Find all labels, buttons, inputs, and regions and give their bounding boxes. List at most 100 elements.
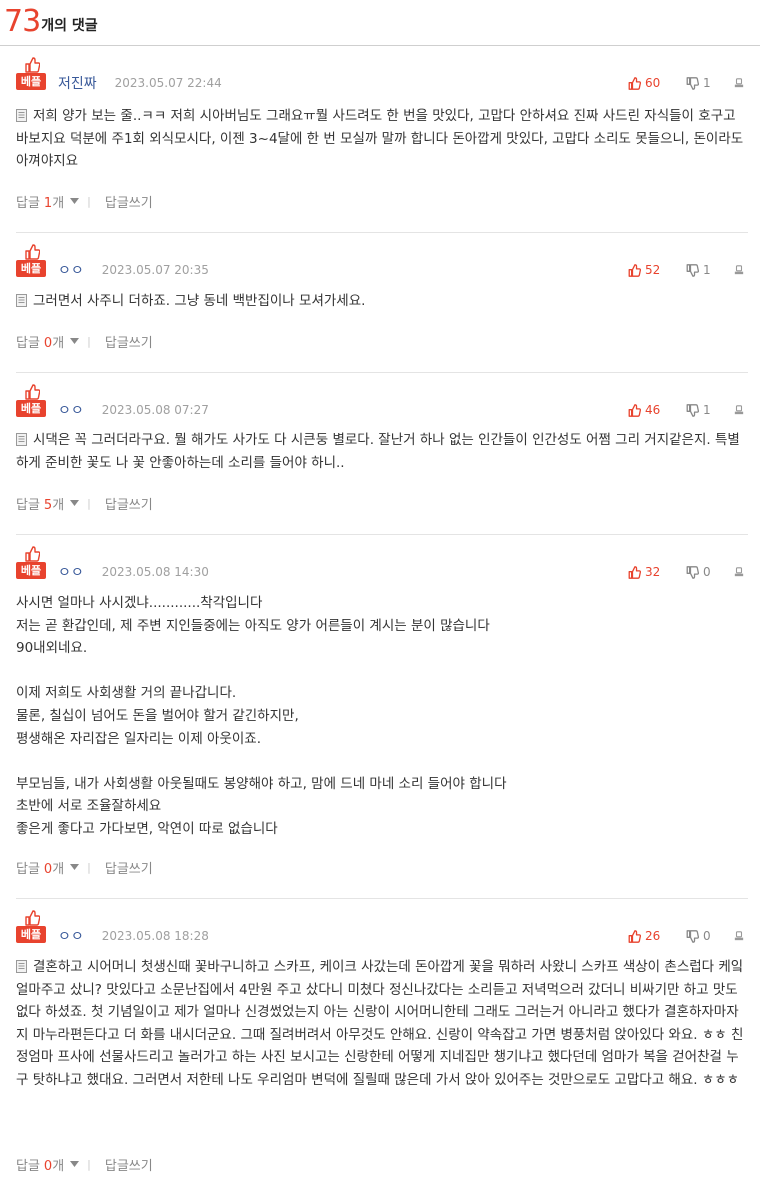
divider: | [87,194,91,208]
thumbs-down-icon [686,565,699,579]
reply-unit: 개 [52,195,65,211]
downvote-button[interactable]: 1 [686,76,734,90]
thumbs-up-icon [25,244,40,260]
comment-text: 결혼하고 시어머니 첫생신때 꽃바구니하고 스카프, 케이크 사갔는데 돈아깝게… [16,959,748,1088]
upvote-count: 32 [645,565,661,579]
reply-count: 1 [43,195,53,211]
comment-count-label: 개의 댓글 [41,18,98,34]
reply-count: 0 [43,861,53,877]
report-button[interactable] [734,930,748,942]
reply-label: 답글 [16,497,40,513]
comment-meta: ㅇㅇ 2023.05.08 18:28 [58,927,209,945]
report-icon [734,78,744,88]
reply-unit: 개 [52,1158,65,1174]
chevron-down-icon[interactable] [70,1161,80,1167]
comment-author[interactable]: ㅇㅇ [58,926,84,946]
comment-text: 그러면서 사주니 더하죠. 그냥 동네 백반집이나 모셔가세요. [33,293,366,309]
vote-group: 52 1 [628,261,748,279]
document-icon [16,960,27,973]
comment-date: 2023.05.08 07:27 [101,403,209,417]
downvote-count: 0 [703,929,711,943]
comment-body: 저희 양가 보는 줄..ㅋㅋ 저희 시아버님도 그래요ㅠ뭘 사드려도 한 번을 … [16,105,748,173]
report-icon [734,931,744,941]
comment-body: 사시면 얼마나 사시겠냐............착각입니다 저는 곧 환갑인데,… [16,592,748,841]
best-badge: 베플 [16,244,46,278]
write-reply-button[interactable]: 답글쓰기 [105,858,153,877]
report-button[interactable] [734,264,748,276]
report-button[interactable] [734,404,748,416]
thumbs-up-icon [25,546,40,562]
thumbs-up-icon [628,403,641,417]
upvote-button[interactable]: 32 [628,565,686,579]
downvote-count: 1 [703,263,711,277]
reply-toggle[interactable]: 답글 1개 [16,192,64,211]
comment-author[interactable]: ㅇㅇ [58,400,84,420]
thumbs-down-icon [686,76,699,90]
downvote-button[interactable]: 0 [686,929,734,943]
best-label: 베플 [16,562,46,579]
report-button[interactable] [734,77,748,89]
reply-toggle[interactable]: 답글 0개 [16,332,64,351]
comment-actions: 답글 0개 | 답글쓰기 [16,1155,153,1174]
reply-count: 5 [43,497,53,513]
upvote-count: 60 [645,76,661,90]
downvote-button[interactable]: 1 [686,263,734,277]
upvote-button[interactable]: 60 [628,76,686,90]
thumbs-up-icon [25,910,40,926]
best-label: 베플 [16,400,46,417]
best-badge: 베플 [16,546,46,580]
comment-author[interactable]: ㅇㅇ [58,260,84,280]
comment-body: 그러면서 사주니 더하죠. 그냥 동네 백반집이나 모셔가세요. [16,290,748,313]
comment-count: 73 [4,4,41,39]
chevron-down-icon[interactable] [70,338,80,344]
comment-text: 시댁은 꼭 그러더라구요. 뭘 해가도 사가도 다 시큰둥 별로다. 잘난거 하… [16,432,740,471]
best-label: 베플 [16,73,46,90]
comment-meta: ㅇㅇ 2023.05.07 20:35 [58,261,209,279]
document-icon [16,433,27,446]
comments-header: 73 개의 댓글 [0,0,760,46]
downvote-count: 1 [703,403,711,417]
upvote-count: 52 [645,263,661,277]
comment-date: 2023.05.07 22:44 [114,76,222,90]
report-icon [734,265,744,275]
reply-count: 0 [43,1158,53,1174]
chevron-down-icon[interactable] [70,500,80,506]
comment-actions: 답글 5개 | 답글쓰기 [16,494,153,513]
thumbs-up-icon [628,76,641,90]
write-reply-button[interactable]: 답글쓰기 [105,494,153,513]
comment-meta: ㅇㅇ 2023.05.08 07:27 [58,401,209,419]
write-reply-button[interactable]: 답글쓰기 [105,332,153,351]
report-button[interactable] [734,566,748,578]
thumbs-up-icon [628,929,641,943]
comment-date: 2023.05.08 18:28 [101,929,209,943]
reply-toggle[interactable]: 답글 0개 [16,858,64,877]
downvote-button[interactable]: 1 [686,403,734,417]
comment-body: 시댁은 꼭 그러더라구요. 뭘 해가도 사가도 다 시큰둥 별로다. 잘난거 하… [16,429,748,474]
comment-item: 베플 ㅇㅇ 2023.05.07 20:35 52 1 그러면서 사주니 더하죠… [16,232,748,373]
chevron-down-icon[interactable] [70,198,80,204]
comment-author[interactable]: 저진짜 [58,73,97,93]
divider: | [87,1157,91,1171]
reply-label: 답글 [16,1158,40,1174]
reply-toggle[interactable]: 답글 5개 [16,494,64,513]
comment-author[interactable]: ㅇㅇ [58,562,84,582]
reply-unit: 개 [52,861,65,877]
thumbs-up-icon [25,384,40,400]
best-badge: 베플 [16,57,46,91]
downvote-button[interactable]: 0 [686,565,734,579]
comment-actions: 답글 1개 | 답글쓰기 [16,192,153,211]
reply-unit: 개 [52,497,65,513]
thumbs-up-icon [25,57,40,73]
reply-toggle[interactable]: 답글 0개 [16,1155,64,1174]
chevron-down-icon[interactable] [70,864,80,870]
write-reply-button[interactable]: 답글쓰기 [105,1155,153,1174]
upvote-button[interactable]: 52 [628,263,686,277]
upvote-button[interactable]: 26 [628,929,686,943]
write-reply-button[interactable]: 답글쓰기 [105,192,153,211]
reply-unit: 개 [52,335,65,351]
comment-item: 베플 저진짜 2023.05.07 22:44 60 1 저희 양가 보는 줄.… [16,57,748,233]
comment-text: 사시면 얼마나 사시겠냐............착각입니다 저는 곧 환갑인데,… [16,595,507,837]
upvote-button[interactable]: 46 [628,403,686,417]
vote-group: 26 0 [628,927,748,945]
report-icon [734,405,744,415]
